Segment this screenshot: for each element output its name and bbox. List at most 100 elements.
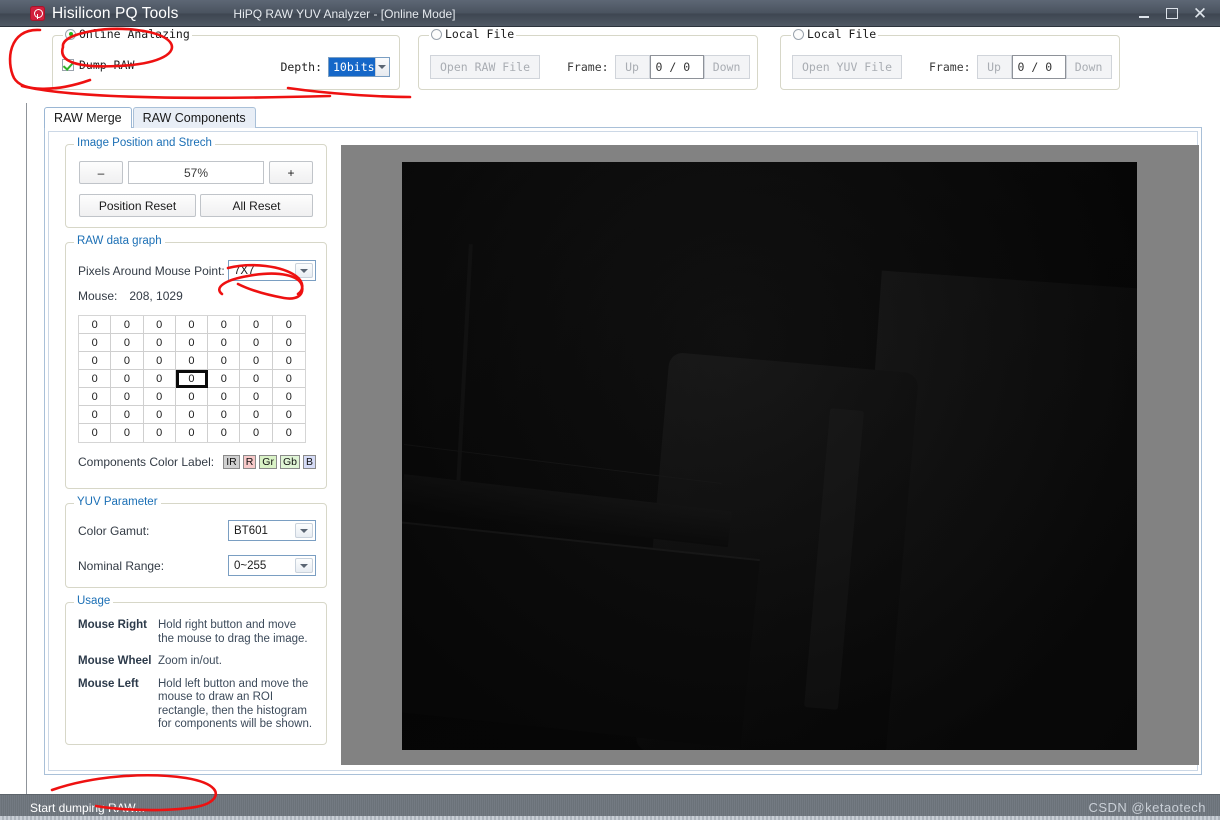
status-bar: Start dumping RAW... CSDN @ketaotech	[0, 794, 1220, 820]
pixel-cell: 0	[111, 370, 144, 388]
open-raw-file-button[interactable]: Open RAW File	[430, 55, 540, 79]
content-inner-frame: Image Position and Strech – 57% + Positi…	[48, 131, 1199, 771]
tab-raw-components[interactable]: RAW Components	[132, 107, 256, 128]
component-chip: Gr	[259, 455, 277, 469]
pixel-cell: 0	[175, 334, 209, 352]
pixel-cell: 0	[240, 316, 273, 334]
pixel-cell: 0	[240, 406, 273, 424]
pixel-cell: 0	[79, 316, 112, 334]
raw-frame-row: Frame: Up 0 / 0 Down	[567, 55, 750, 79]
pixel-cell: 0	[240, 388, 273, 406]
dump-raw-checkbox-row[interactable]: Dump RAW	[62, 58, 134, 72]
raw-image-preview[interactable]	[402, 162, 1137, 750]
chevron-down-icon[interactable]	[295, 263, 313, 278]
pixel-cell: 0	[208, 424, 241, 442]
usage-value: Hold right button and move the mouse to …	[158, 619, 308, 645]
chevron-down-icon[interactable]	[295, 558, 313, 573]
component-chip: B	[302, 455, 316, 469]
color-gamut-combobox[interactable]: BT601	[228, 520, 316, 541]
tab-raw-merge[interactable]: RAW Merge	[44, 107, 132, 128]
pixel-cell: 0	[79, 406, 112, 424]
depth-combobox[interactable]: 10bits	[328, 57, 390, 77]
pixel-cell: 0	[272, 370, 305, 388]
yuv-parameter-group: YUV Parameter Color Gamut: BT601 Nominal…	[65, 496, 327, 588]
all-reset-button[interactable]: All Reset	[200, 194, 313, 217]
pixels-around-combobox[interactable]: 7X7	[228, 260, 316, 281]
nominal-range-label: Nominal Range:	[78, 558, 165, 573]
pixel-cell: 0	[272, 406, 305, 424]
minimize-icon[interactable]	[1130, 3, 1158, 25]
raw-local-file-radio[interactable]	[431, 28, 442, 40]
pixel-cell: 0	[175, 316, 209, 334]
watermark: CSDN @ketaotech	[1088, 800, 1206, 815]
dump-raw-checkbox[interactable]	[62, 59, 74, 71]
content-frame: Image Position and Strech – 57% + Positi…	[44, 127, 1202, 775]
component-chip: IR	[223, 455, 240, 469]
raw-frame-value[interactable]: 0 / 0	[649, 55, 704, 79]
nominal-range-combobox[interactable]: 0~255	[228, 555, 316, 576]
yuv-local-file-radio[interactable]	[793, 28, 804, 40]
usage-key: Mouse Left	[78, 677, 139, 690]
component-chip: Gb	[279, 455, 300, 469]
pixels-around-row: Pixels Around Mouse Point: 7X7	[78, 260, 316, 281]
online-analazing-radio[interactable]	[65, 28, 76, 40]
color-gamut-label: Color Gamut:	[78, 523, 150, 538]
zoom-in-button[interactable]: +	[269, 161, 313, 184]
close-icon[interactable]: ✕	[1186, 3, 1214, 25]
pixel-cell: 0	[272, 334, 305, 352]
pixel-cell: 0	[208, 316, 241, 334]
window-left-rule	[26, 27, 27, 794]
pixel-cell: 0	[285, 427, 292, 439]
yuv-frame-down-button[interactable]: Down	[1065, 55, 1112, 79]
maximize-icon[interactable]	[1158, 3, 1186, 25]
dump-raw-label: Dump RAW	[79, 58, 135, 72]
nominal-range-row: Nominal Range: 0~255	[78, 555, 316, 576]
window-left-margin	[0, 27, 26, 794]
usage-value: Zoom in/out.	[158, 655, 222, 667]
yuv-frame-up-button[interactable]: Up	[976, 55, 1012, 79]
position-reset-button[interactable]: Position Reset	[79, 194, 196, 217]
component-chip: R	[242, 455, 257, 469]
window-controls: ✕	[1130, 0, 1214, 27]
online-analazing-group: Online Analazing Dump RAW Depth: 10bits	[52, 27, 400, 90]
usage-key: Mouse Right	[78, 619, 147, 631]
pixel-cell: 0	[143, 352, 176, 370]
pixel-cell: 0	[175, 370, 209, 388]
zoom-out-button[interactable]: –	[79, 161, 123, 184]
pixel-cell: 0	[79, 352, 112, 370]
usage-group: Usage Mouse Right Hold right button and m…	[65, 595, 327, 745]
left-control-panel: Image Position and Strech – 57% + Positi…	[65, 137, 327, 759]
mouse-label: Mouse:	[78, 289, 118, 303]
raw-data-graph-group: RAW data graph Pixels Around Mouse Point…	[65, 235, 327, 489]
pixel-cell: 0	[143, 388, 176, 406]
open-yuv-file-button[interactable]: Open YUV File	[792, 55, 902, 79]
pixel-cell: 0	[272, 388, 305, 406]
raw-data-graph-title: RAW data graph	[74, 235, 165, 247]
yuv-frame-value[interactable]: 0 / 0	[1011, 55, 1066, 79]
image-position-group: Image Position and Strech – 57% + Positi…	[65, 137, 327, 228]
chevron-down-icon[interactable]	[374, 58, 389, 76]
usage-list: Mouse Right Hold right button and move th…	[66, 603, 326, 732]
tab-strip: RAW Merge RAW Components	[44, 107, 257, 128]
pixel-cell: 0	[240, 424, 273, 442]
pixels-around-label: Pixels Around Mouse Point:	[78, 263, 225, 278]
components-color-row: Components Color Label: IR R Gr Gb B	[78, 455, 316, 469]
chevron-down-icon[interactable]	[295, 523, 313, 538]
raw-frame-up-button[interactable]: Up	[614, 55, 650, 79]
pixel-cell: 0	[240, 370, 273, 388]
depth-label: Depth:	[280, 60, 322, 74]
yuv-local-file-title[interactable]: Local File	[791, 27, 879, 41]
raw-local-file-title[interactable]: Local File	[429, 27, 517, 41]
depth-value: 10bits	[329, 58, 375, 76]
color-gamut-value: BT601	[234, 524, 268, 537]
zoom-level-field[interactable]: 57%	[128, 161, 264, 184]
online-analazing-title[interactable]: Online Analazing	[63, 27, 192, 41]
pixel-cell: 0	[79, 334, 112, 352]
raw-pixel-grid[interactable]: 0000000000000000000000000000000000000000…	[78, 315, 306, 443]
pixel-cell: 0	[176, 424, 209, 442]
usage-row: Mouse Right Hold right button and move th…	[78, 619, 314, 646]
image-viewer[interactable]	[341, 145, 1199, 765]
usage-title: Usage	[74, 595, 114, 607]
raw-frame-down-button[interactable]: Down	[703, 55, 750, 79]
mouse-position-row: Mouse: 208, 1029	[78, 289, 183, 303]
